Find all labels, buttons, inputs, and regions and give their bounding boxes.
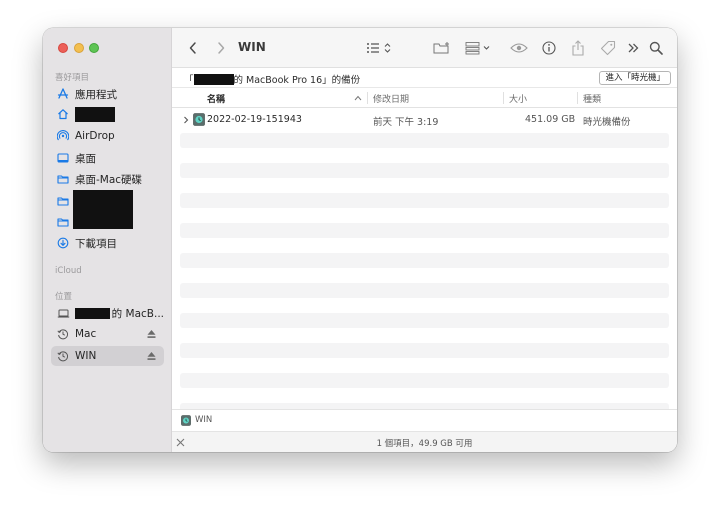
sidebar-section-locations: 位置 (55, 292, 73, 302)
finder-window: 喜好項目 應用程式 AirDrop 桌面 桌面-Mac硬碟 下載項目 iClou… (43, 28, 677, 452)
backup-icon (193, 113, 205, 126)
back-button[interactable] (186, 39, 200, 57)
chevrons-right-icon (628, 43, 639, 53)
home-icon (56, 107, 70, 121)
sidebar-item-label: 下載項目 (75, 237, 117, 250)
location-bar: WIN (172, 409, 677, 431)
toolbar: WIN (172, 28, 677, 68)
maximize-window-button[interactable] (89, 43, 99, 53)
group-button[interactable] (465, 39, 495, 57)
sidebar-item-label: Mac (75, 328, 97, 340)
pathbar-title: 的 MacBook Pro 16」的備份 (233, 75, 361, 86)
sidebar-item-label: AirDrop (75, 130, 115, 142)
grid-icon (465, 42, 490, 55)
sidebar-item-home[interactable] (51, 104, 164, 124)
column-size-header[interactable]: 大小 (509, 92, 527, 105)
new-folder-button[interactable] (432, 39, 452, 57)
eject-icon[interactable] (147, 329, 156, 339)
sidebar-item-desktop-mac-disk[interactable]: 桌面-Mac硬碟 (51, 169, 164, 189)
timemachine-icon (56, 349, 70, 363)
share-icon (572, 40, 584, 56)
minimize-window-button[interactable] (74, 43, 84, 53)
view-options-button[interactable] (366, 39, 396, 57)
eye-icon (510, 43, 528, 53)
list-row-empty (180, 373, 669, 388)
redacted-user-name (75, 307, 110, 319)
sidebar-section-favorites: 喜好項目 (55, 73, 90, 83)
folder-icon (56, 194, 70, 208)
chevron-right-icon (218, 42, 225, 54)
folder-icon (56, 215, 70, 229)
list-row-empty (180, 223, 669, 238)
file-modified: 前天 下午 3:19 (373, 117, 439, 128)
pathbar-prefix: 「 (184, 75, 194, 86)
quick-look-button[interactable] (509, 39, 529, 57)
sidebar-location-mac[interactable]: Mac (51, 324, 164, 344)
column-header: 名稱 修改日期 大小 種類 (172, 88, 677, 108)
sidebar-location-macbook[interactable]: 的 MacB... (51, 303, 164, 323)
more-toolbar-button[interactable] (626, 39, 640, 57)
eject-icon[interactable] (147, 351, 156, 361)
download-icon (56, 236, 70, 250)
file-size: 451.09 GB (525, 114, 576, 125)
list-row-empty (180, 343, 669, 358)
tags-button[interactable] (599, 39, 617, 57)
redacted-folder-names (73, 190, 133, 229)
chevron-left-icon (189, 42, 196, 54)
timemachine-icon (56, 327, 70, 341)
list-row-empty (180, 283, 669, 298)
forward-button[interactable] (214, 39, 228, 57)
redacted-owner-name (193, 73, 234, 85)
sidebar-item-label: 桌面 (75, 152, 96, 165)
sidebar: 喜好項目 應用程式 AirDrop 桌面 桌面-Mac硬碟 下載項目 iClou… (43, 28, 172, 452)
status-text: 1 個項目，49.9 GB 可用 (376, 439, 473, 449)
close-window-button[interactable] (58, 43, 68, 53)
list-row-empty (180, 313, 669, 328)
sidebar-item-downloads[interactable]: 下載項目 (51, 233, 164, 253)
apps-icon (56, 87, 70, 101)
folder-icon (56, 172, 70, 186)
redacted-home-name (75, 106, 115, 122)
list-row-empty (180, 133, 669, 148)
airdrop-icon (56, 129, 70, 143)
desktop-icon (56, 151, 70, 165)
sidebar-section-icloud: iCloud (55, 266, 82, 276)
table-row[interactable]: 2022-02-19-151943 前天 下午 3:19 451.09 GB 時… (172, 112, 677, 128)
sidebar-item-label: 應用程式 (75, 88, 117, 101)
sidebar-item-label: WIN (75, 350, 97, 362)
sidebar-item-airdrop[interactable]: AirDrop (51, 126, 164, 146)
list-row-empty (180, 193, 669, 208)
sort-chevron-up-icon (354, 95, 362, 101)
column-modified-header[interactable]: 修改日期 (373, 92, 409, 105)
get-info-button[interactable] (541, 39, 557, 57)
column-kind-header[interactable]: 種類 (583, 92, 601, 105)
sidebar-item-label: 桌面-Mac硬碟 (75, 173, 143, 186)
tag-icon (600, 40, 616, 56)
backup-path-bar: 「 的 MacBook Pro 16」的備份 進入「時光機」 (172, 68, 677, 88)
file-kind: 時光機備份 (583, 117, 631, 128)
new-folder-icon (433, 42, 449, 54)
location-label[interactable]: WIN (195, 415, 212, 425)
disclosure-chevron-icon[interactable] (183, 116, 189, 124)
sidebar-item-label: 的 MacB... (111, 307, 164, 320)
sidebar-item-desktop[interactable]: 桌面 (51, 148, 164, 168)
list-row-empty (180, 163, 669, 178)
enter-time-machine-button[interactable]: 進入「時光機」 (599, 71, 671, 85)
file-name: 2022-02-19-151943 (207, 114, 302, 125)
status-bar: 1 個項目，49.9 GB 可用 (172, 431, 677, 452)
backup-disk-icon (181, 415, 191, 426)
info-icon (542, 41, 556, 55)
laptop-icon (56, 306, 70, 320)
list-view-icon (367, 43, 391, 53)
search-button[interactable] (648, 39, 664, 57)
share-button[interactable] (570, 39, 586, 57)
file-list: 2022-02-19-151943 前天 下午 3:19 451.09 GB 時… (172, 109, 677, 409)
sidebar-item-applications[interactable]: 應用程式 (51, 84, 164, 104)
column-name-header[interactable]: 名稱 (207, 92, 225, 105)
window-title: WIN (238, 40, 266, 54)
sidebar-location-win[interactable]: WIN (51, 346, 164, 366)
search-icon (649, 41, 663, 55)
list-row-empty (180, 253, 669, 268)
